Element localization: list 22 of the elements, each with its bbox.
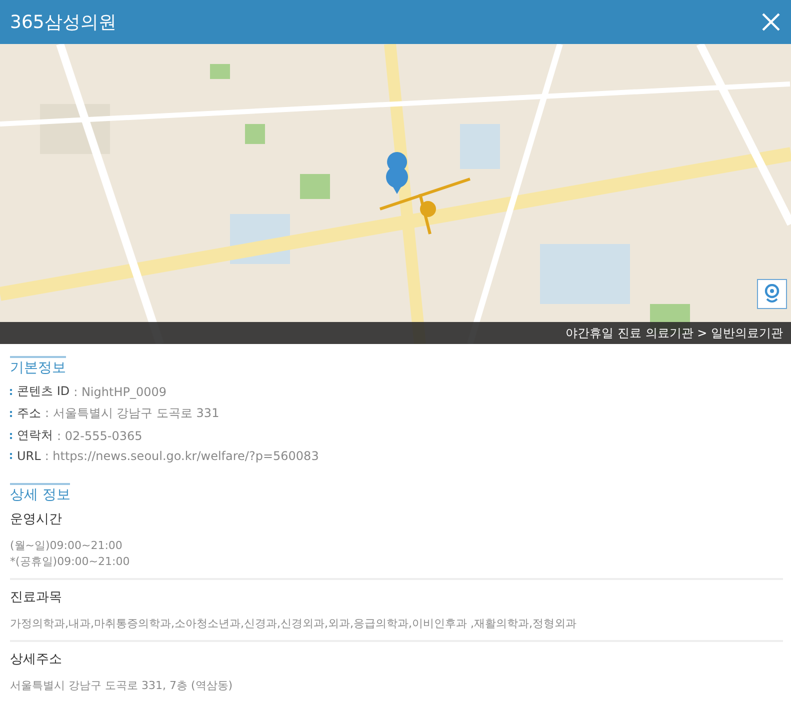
breadcrumb: 야간휴일 진료 의료기관 > 일반의료기관 [566, 324, 783, 342]
detail-text: 서울특별시 강남구 도곡로 331, 7층 (역삼동) [10, 678, 234, 694]
section-heading: 기본정보 [10, 356, 66, 377]
info-value: : https://news.seoul.go.kr/welfare/?p=560083 [44, 449, 319, 463]
location-button[interactable] [757, 279, 787, 309]
group-title: 운영시간 [10, 511, 63, 528]
info-label: 주소 [17, 405, 41, 422]
info-value: : 서울특별시 강남구 도곡로 331 [45, 405, 220, 422]
detail-text: *(공휴일)09:00~21:00 [10, 554, 131, 570]
location-icon [764, 284, 780, 304]
section-heading: 상세 정보 [10, 483, 70, 504]
group-title: 상세주소 [10, 651, 63, 668]
group-title: 진료과목 [10, 589, 63, 606]
info-label: URL [17, 449, 41, 463]
info-label: 콘텐츠 ID [17, 383, 70, 400]
window-title: 365삼성의원 [10, 11, 116, 34]
info-value: : 02-555-0365 [57, 428, 142, 442]
detail-text: 가정의학과,내과,마취통증의학과,소아청소년과,신경과,신경외과,외과,응급의학과,이비인후과 ,재활의학과,정형외과 [10, 616, 578, 632]
detail-text: (월~일)09:00~21:00 [10, 538, 124, 554]
info-label: 연락처 [17, 427, 53, 444]
info-value: : NightHP_0009 [74, 384, 166, 398]
close-icon [761, 12, 781, 32]
